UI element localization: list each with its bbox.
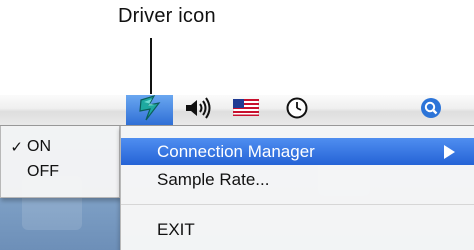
- volume-menu-extra[interactable]: [181, 95, 215, 125]
- driver-icon-callout-label: Driver icon: [118, 5, 216, 27]
- driver-menu-extra[interactable]: [126, 94, 173, 127]
- submenu-arrow-icon: [444, 145, 455, 159]
- menu-item-sample-rate[interactable]: Sample Rate...: [121, 166, 474, 193]
- spotlight-menu-extra[interactable]: [416, 95, 446, 125]
- menu-item-exit[interactable]: EXIT: [121, 216, 474, 243]
- submenu-item-on[interactable]: ✓ ON: [1, 134, 119, 160]
- callout-pointer-line: [150, 38, 152, 94]
- menu-item-connection-manager[interactable]: Connection Manager: [121, 138, 474, 165]
- driver-icon: [135, 94, 165, 127]
- us-flag-icon: [232, 98, 260, 121]
- menu-separator: [121, 204, 474, 205]
- clock-menu-extra[interactable]: [282, 95, 312, 125]
- spotlight-icon: [420, 97, 442, 124]
- submenu-item-off[interactable]: OFF: [1, 159, 119, 185]
- menu-item-label: Connection Manager: [157, 141, 315, 161]
- menu-item-label: EXIT: [157, 219, 195, 239]
- clock-icon: [285, 96, 309, 125]
- submenu-item-label: ON: [27, 138, 51, 155]
- input-menu-extra[interactable]: [232, 95, 260, 125]
- submenu-item-label: OFF: [27, 163, 59, 180]
- menu-bar: [0, 94, 474, 127]
- menu-item-label: Sample Rate...: [157, 169, 270, 189]
- checkmark-icon: ✓: [10, 139, 23, 156]
- connection-submenu: ✓ ON OFF: [0, 126, 120, 198]
- volume-icon: [183, 96, 213, 124]
- driver-dropdown-menu: Connection Manager Sample Rate... EXIT: [120, 126, 474, 250]
